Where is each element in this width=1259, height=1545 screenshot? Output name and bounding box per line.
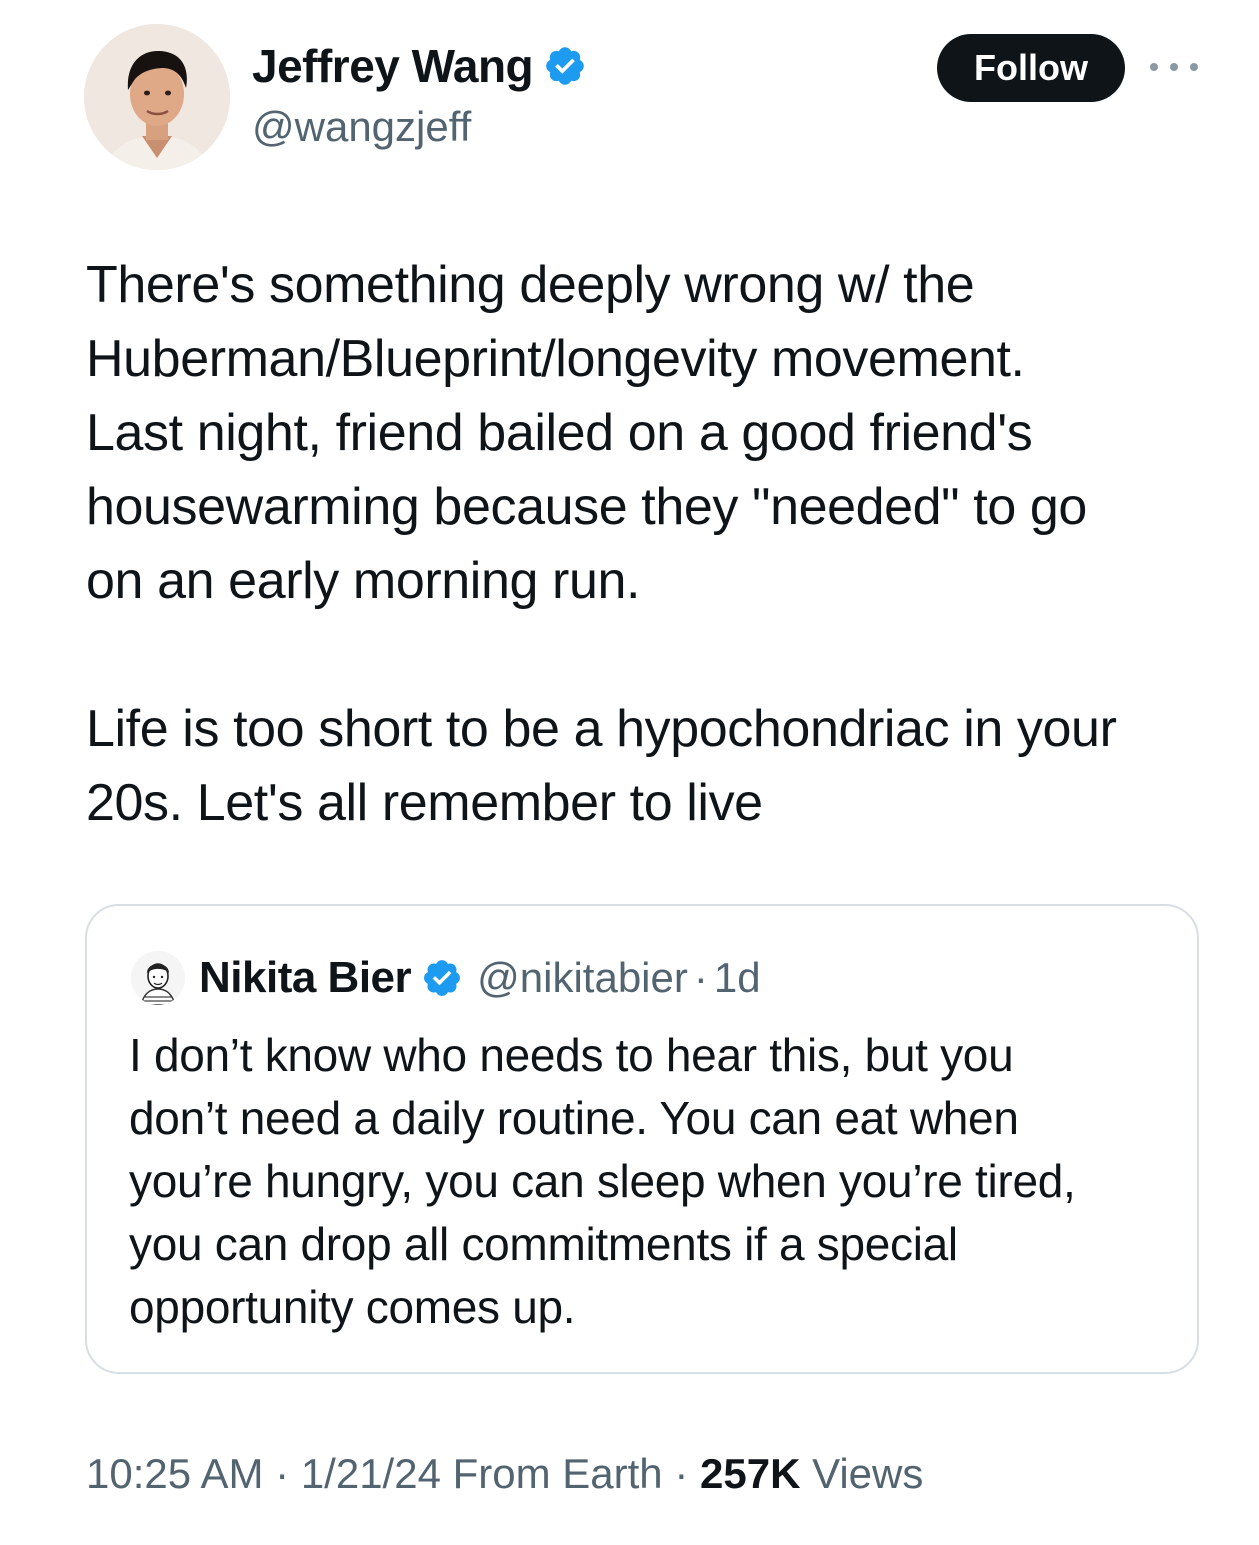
quoted-timestamp[interactable]: 1d <box>714 954 761 1002</box>
author-avatar-image <box>84 24 230 170</box>
quoted-author-avatar[interactable] <box>131 951 185 1005</box>
quoted-tweet-header: Nikita Bier @nikitabier · 1d <box>131 946 761 1010</box>
tweet-date[interactable]: 1/21/24 <box>301 1450 441 1497</box>
views-count[interactable]: 257K <box>700 1450 800 1497</box>
tweet-time[interactable]: 10:25 AM <box>86 1450 263 1497</box>
author-handle[interactable]: @wangzjeff <box>252 100 471 154</box>
author-name[interactable]: Jeffrey Wang <box>252 38 534 94</box>
author-name-row[interactable]: Jeffrey Wang <box>252 38 587 94</box>
tweet-meta: 10:25 AM · 1/21/24 From Earth · 257K Vie… <box>86 1446 923 1502</box>
tweet-body: There's something deeply wrong w/ the Hu… <box>86 248 1236 840</box>
follow-button[interactable]: Follow <box>937 34 1125 102</box>
tweet-paragraph-1: There's something deeply wrong w/ the Hu… <box>86 256 1087 610</box>
quoted-tweet-card[interactable]: Nikita Bier @nikitabier · 1d I don’t kno… <box>85 904 1199 1374</box>
more-dot <box>1190 63 1198 71</box>
author-avatar[interactable] <box>84 24 230 170</box>
views-label[interactable]: Views <box>812 1450 923 1497</box>
quoted-tweet-text: I don’t know who needs to hear this, but… <box>129 1029 1076 1333</box>
meta-separator: · <box>275 1450 290 1497</box>
quoted-author-name[interactable]: Nikita Bier <box>199 953 412 1003</box>
more-options-icon[interactable] <box>1150 52 1198 82</box>
quoted-separator: · <box>693 954 708 1001</box>
tweet-paragraph-2: Life is too short to be a hypochondriac … <box>86 700 1117 832</box>
more-dot <box>1150 63 1158 71</box>
verified-badge-icon <box>421 957 463 999</box>
quoted-author-handle[interactable]: @nikitabier <box>477 954 688 1002</box>
verified-badge-icon <box>543 44 587 88</box>
more-dot <box>1170 63 1178 71</box>
tweet-location: From Earth <box>452 1450 663 1497</box>
meta-separator: · <box>674 1450 689 1497</box>
